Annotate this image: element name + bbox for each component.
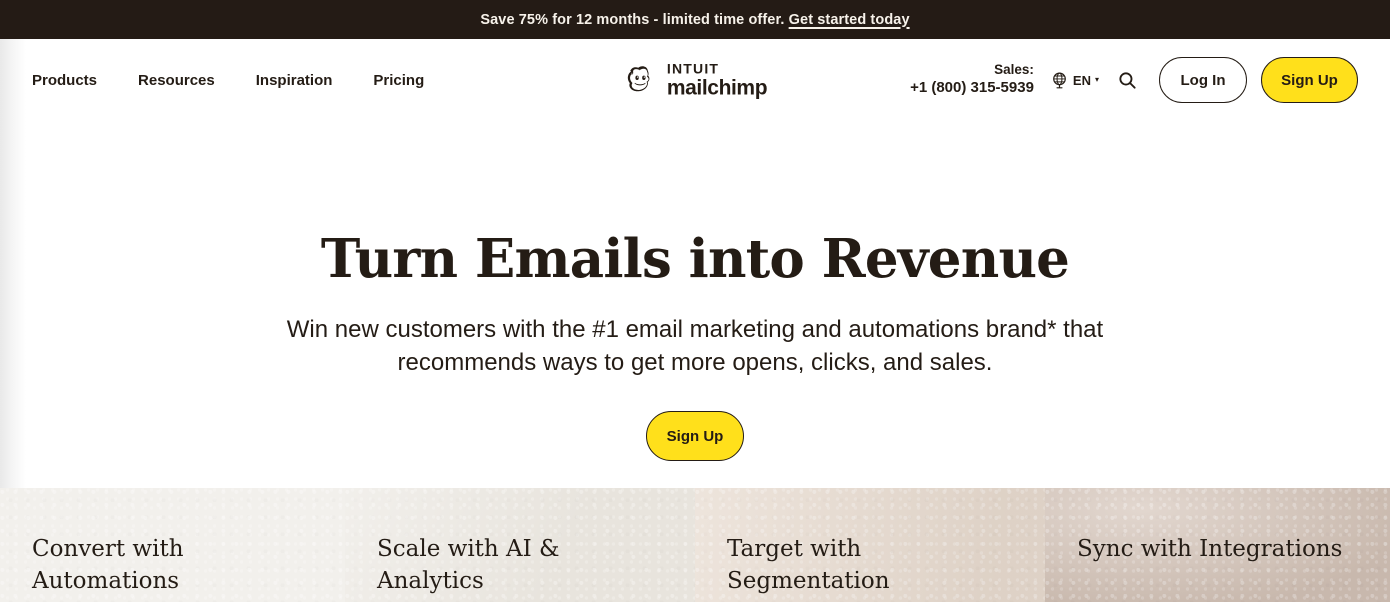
hero-subtitle: Win new customers with the #1 email mark… bbox=[286, 316, 1104, 376]
globe-icon bbox=[1053, 72, 1066, 88]
header-utilities: Sales: +1 (800) 315-5939 EN ▾ Log In Sig… bbox=[910, 57, 1358, 103]
landing-page: Save 75% for 12 months - limited time of… bbox=[0, 0, 1390, 602]
sales-phone-link[interactable]: +1 (800) 315-5939 bbox=[910, 79, 1034, 98]
nav-item-resources[interactable]: Resources bbox=[138, 72, 215, 89]
feature-card-segmentation[interactable]: Target with Segmentation bbox=[695, 488, 1045, 602]
brand-mailchimp-text: mailchimp bbox=[666, 76, 768, 100]
feature-card-ai-analytics[interactable]: Scale with AI & Analytics bbox=[345, 488, 695, 602]
language-code: EN bbox=[1072, 72, 1091, 88]
feature-card-title: Sync with Integrations bbox=[1077, 536, 1343, 562]
promo-cta-link[interactable]: Get started today bbox=[789, 12, 910, 28]
login-button[interactable]: Log In bbox=[1159, 57, 1247, 103]
signup-button-header[interactable]: Sign Up bbox=[1261, 57, 1358, 103]
primary-nav: Products Resources Inspiration Pricing bbox=[32, 72, 424, 89]
nav-item-products[interactable]: Products bbox=[32, 72, 97, 89]
feature-card-title: Convert with Automations bbox=[32, 536, 184, 594]
language-selector[interactable]: EN ▾ bbox=[1050, 71, 1099, 90]
search-icon bbox=[1118, 71, 1136, 89]
feature-card-integrations[interactable]: Sync with Integrations bbox=[1045, 488, 1390, 602]
feature-card-title: Target with Segmentation bbox=[727, 536, 890, 594]
site-header: Products Resources Inspiration Pricing I… bbox=[0, 39, 1390, 121]
brand-logo[interactable]: INTUIT mailchimp bbox=[623, 60, 768, 100]
chevron-down-icon: ▾ bbox=[1094, 75, 1099, 84]
brand-intuit-text: INTUIT bbox=[666, 60, 720, 77]
sales-label: Sales: bbox=[994, 62, 1034, 78]
nav-item-inspiration[interactable]: Inspiration bbox=[256, 72, 333, 89]
hero-section: Turn Emails into Revenue Win new custome… bbox=[0, 121, 1390, 488]
nav-item-pricing[interactable]: Pricing bbox=[373, 72, 424, 89]
feature-card-title: Scale with AI & Analytics bbox=[377, 536, 560, 594]
search-button[interactable] bbox=[1113, 66, 1141, 94]
signup-button-hero[interactable]: Sign Up bbox=[646, 411, 744, 462]
feature-card-automations[interactable]: Convert with Automations bbox=[0, 488, 345, 602]
page-title: Turn Emails into Revenue bbox=[320, 228, 1070, 290]
promo-banner: Save 75% for 12 months - limited time of… bbox=[0, 0, 1390, 39]
brand-wordmark: INTUIT mailchimp bbox=[666, 60, 768, 100]
hero-cta-wrapper: Sign Up bbox=[0, 411, 1390, 462]
promo-text: Save 75% for 12 months - limited time of… bbox=[480, 11, 789, 28]
feature-cards: Convert with Automations Scale with AI &… bbox=[0, 488, 1390, 602]
mailchimp-freddie-icon bbox=[627, 66, 650, 92]
sales-contact: Sales: +1 (800) 315-5939 bbox=[910, 62, 1034, 98]
